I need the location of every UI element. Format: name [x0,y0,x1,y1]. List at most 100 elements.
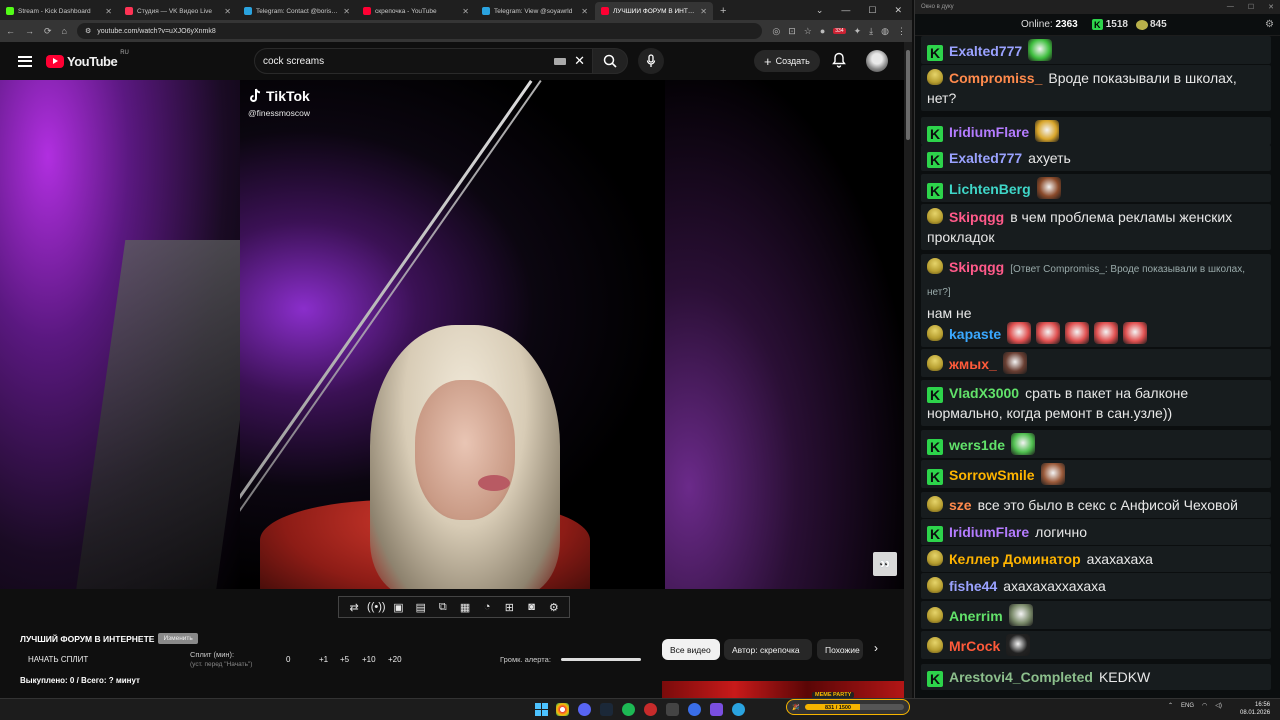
tab-close-icon[interactable]: ✕ [581,7,588,16]
settings-gear-icon[interactable]: ⚙ [546,600,562,614]
chat-username[interactable]: sze [949,497,972,513]
page-scrollbar[interactable] [904,42,912,698]
chat-username[interactable]: Exalted777 [949,150,1022,166]
chat-username[interactable]: Келлер Доминатор [949,551,1081,567]
edit-title-button[interactable]: Изменить [158,633,198,644]
language-indicator[interactable]: ENG [1181,703,1194,709]
chrome-icon[interactable] [556,703,569,716]
split-add-20-button[interactable]: +20 [388,655,402,664]
home-icon[interactable]: ⌂ [62,26,67,36]
browser-tab[interactable]: Telegram: Contact @boris_rofl ✕ [238,2,356,20]
chip-related[interactable]: Похожие [817,639,863,660]
chat-username[interactable]: IridiumFlare [949,524,1029,540]
chat-username[interactable]: LichtenBerg [949,181,1031,197]
tab-close-icon[interactable]: ✕ [105,7,112,16]
site-info-icon[interactable]: ⚙ [85,27,91,35]
chat-username[interactable]: SorrowSmile [949,467,1035,483]
search-button[interactable] [592,48,628,74]
minimize-icon[interactable]: — [1227,3,1234,11]
chat-username[interactable]: жмых_ [949,356,997,372]
film-icon[interactable]: ▤ [413,600,429,614]
browser-tab[interactable]: скрепочка - YouTube ✕ [357,2,475,20]
tab-close-icon[interactable]: ✕ [700,7,707,16]
telegram-icon[interactable] [732,703,745,716]
youtube-logo[interactable]: YouTube RU [46,50,129,69]
chat-username[interactable]: wers1de [949,437,1005,453]
bookmark-star-icon[interactable]: ☆ [804,26,812,37]
meme-party-widget[interactable]: 🎉 831 / 1500 [786,699,910,715]
taskbar-clock[interactable]: 16:56 08.01.2026 [1240,701,1270,717]
volume-icon[interactable]: ◁) [1215,702,1222,709]
voice-search-button[interactable] [638,48,664,74]
minimize-icon[interactable]: — [841,5,850,15]
extension-icon[interactable]: ● [820,26,825,36]
maximize-icon[interactable]: ☐ [1248,3,1254,11]
download-icon[interactable]: ⤓ [869,26,873,37]
account-avatar[interactable] [866,50,888,72]
split-add-1-button[interactable]: +1 [319,655,328,664]
chat-username[interactable]: VladX3000 [949,385,1019,401]
scrollbar-thumb[interactable] [906,50,910,140]
browser-tab[interactable]: Stream - Kick Dashboard ✕ [0,2,118,20]
chat-username[interactable]: MrCock [949,638,1000,654]
close-icon[interactable]: ✕ [1268,3,1274,11]
install-icon[interactable]: ⊡ [788,26,796,37]
chat-username[interactable]: Exalted777 [949,43,1022,59]
browser-tab[interactable]: ЛУЧШИЙ ФОРУМ В ИНТЕРНЕТЕ✕ [595,2,713,20]
tray-chevron-icon[interactable]: ⌃ [1168,702,1173,709]
chat-username[interactable]: fishe44 [949,578,997,594]
clear-search-icon[interactable]: ✕ [574,53,585,69]
chip-author[interactable]: Автор: скрепочка [724,639,812,660]
chat-username[interactable]: IridiumFlare [949,124,1029,140]
split-add-10-button[interactable]: +10 [362,655,376,664]
hamburger-menu-icon[interactable] [18,55,32,67]
add-clip-icon[interactable]: ⊞ [501,600,517,614]
tab-close-icon[interactable]: ✕ [462,7,469,16]
loop-icon[interactable]: ⇄ [346,600,362,614]
url-field[interactable]: ⚙ youtube.com/watch?v=uXJO6yXnmk8 [76,23,763,39]
discord-icon[interactable] [578,703,591,716]
chat-username[interactable]: kapaste [949,326,1001,342]
screen-record-icon[interactable]: ▣ [390,600,406,614]
back-icon[interactable]: ← [6,26,15,36]
chip-all-videos[interactable]: Все видео [662,639,720,660]
tab-close-icon[interactable]: ✕ [224,7,231,16]
alert-volume-slider[interactable] [561,658,641,661]
browser-tab[interactable]: Студия — VK Видео Live ✕ [119,2,237,20]
obs-icon[interactable] [644,703,657,716]
eyes-emoji-icon[interactable]: 👀 [873,552,897,576]
media-player-icon[interactable] [688,703,701,716]
chat-settings-icon[interactable]: ⚙ [1265,19,1274,30]
browser-tab[interactable]: Telegram: View @soyawrld ✕ [476,2,594,20]
video-thumbnail[interactable] [662,681,904,698]
notifications-bell-icon[interactable] [832,52,846,73]
picture-in-picture-icon[interactable]: ⧉ [435,600,451,614]
split-add-5-button[interactable]: +5 [340,655,349,664]
chat-username[interactable]: Anerrim [949,608,1003,624]
tab-search-icon[interactable]: ⌄ [816,5,824,16]
create-button[interactable]: + Создать [754,50,820,72]
spotify-icon[interactable] [622,703,635,716]
wifi-icon[interactable]: ◠ [1202,702,1207,709]
screenshot-icon[interactable]: ◙ [524,600,540,614]
split-value[interactable]: 0 [286,655,290,664]
close-icon[interactable]: ✕ [894,5,902,16]
forward-icon[interactable]: → [25,26,34,36]
subtitles-icon[interactable]: ▦ [457,600,473,614]
tab-close-icon[interactable]: ✕ [343,7,350,16]
search-input[interactable] [263,55,555,67]
chat-username[interactable]: Arestovi4_Completed [949,669,1093,685]
broadcast-icon[interactable]: ((•)) [367,600,386,614]
google-lens-icon[interactable]: ◎ [772,26,780,37]
kebab-menu-icon[interactable]: ⋮ [897,26,906,37]
windows-start-icon[interactable] [535,703,548,716]
new-tab-plus-icon[interactable]: + [714,2,732,20]
profile-icon[interactable]: ◍ [881,26,889,37]
chat-username[interactable]: Compromiss_ [949,70,1042,86]
speed-icon[interactable]: ◔ [479,600,495,614]
chat-username[interactable]: Skipqgg [949,209,1004,225]
video-player[interactable]: TikTok @finessmoscow 👀 [0,80,904,589]
chat-username[interactable]: Skipqgg [949,259,1004,275]
maximize-icon[interactable]: ☐ [868,5,876,16]
app-icon[interactable] [710,703,723,716]
